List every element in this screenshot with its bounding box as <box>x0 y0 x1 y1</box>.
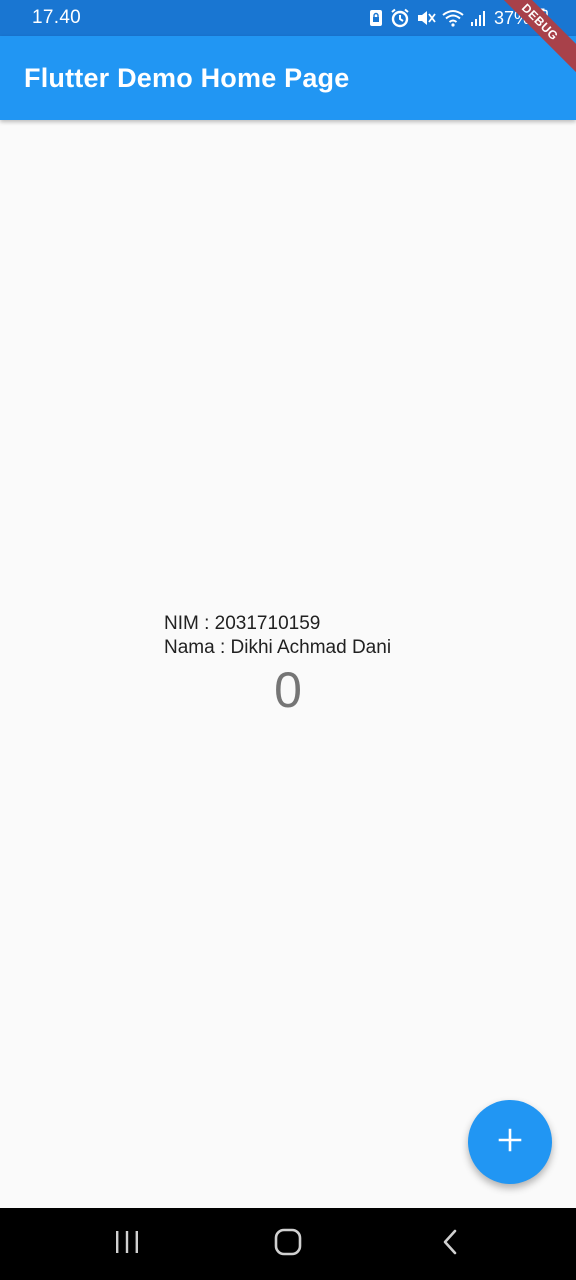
home-icon <box>274 1228 302 1261</box>
back-icon <box>440 1228 460 1261</box>
back-button[interactable] <box>430 1226 470 1262</box>
main-content: NIM : 2031710159 Nama : Dikhi Achmad Dan… <box>0 120 576 1208</box>
counter-value: 0 <box>274 662 302 718</box>
sim-lock-icon <box>368 9 384 27</box>
add-icon <box>498 1128 522 1157</box>
increment-button[interactable] <box>468 1100 552 1184</box>
alarm-icon <box>390 8 410 28</box>
status-bar: 17.40 37% <box>0 0 576 36</box>
home-button[interactable] <box>268 1226 308 1262</box>
nim-text: NIM : 2031710159 <box>164 613 321 634</box>
page-title: Flutter Demo Home Page <box>24 63 350 93</box>
wifi-icon <box>442 9 464 27</box>
status-time: 17.40 <box>32 7 82 28</box>
signal-icon <box>470 9 486 27</box>
nama-text: Nama : Dikhi Achmad Dani <box>164 637 392 658</box>
student-info: NIM : 2031710159 Nama : Dikhi Achmad Dan… <box>164 612 391 660</box>
recent-apps-button[interactable] <box>107 1226 147 1262</box>
mute-icon <box>416 9 436 27</box>
navigation-bar <box>0 1208 576 1280</box>
app-bar: Flutter Demo Home Page <box>0 36 576 120</box>
recent-apps-icon <box>114 1230 140 1259</box>
